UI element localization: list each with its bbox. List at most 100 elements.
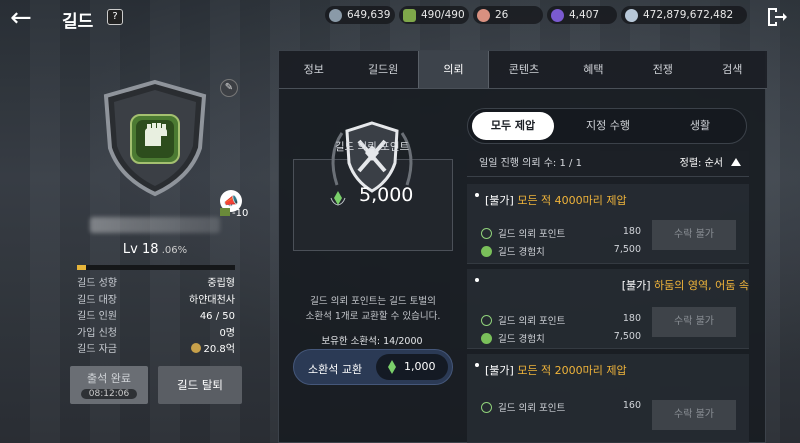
info-row: 길드 자금 20.8억 [77, 342, 235, 359]
points-value: 5,000 [359, 184, 414, 206]
attendance-label: 출석 완료 [87, 372, 131, 385]
quest-status: [불가] [621, 279, 651, 292]
quest-item: [불가] 모든 적 4000마리 제압 길드 의뢰 포인트 180 길드 경험치 7… [467, 184, 749, 264]
back-arrow-icon[interactable]: ← [10, 4, 42, 32]
info-key: 길드 성향 [77, 278, 117, 289]
stamina-icon [403, 9, 416, 22]
guild-point-icon [330, 191, 346, 206]
reward-value: 180 [622, 226, 641, 237]
info-value: 중립형 [207, 278, 235, 289]
reward-name: 길드 의뢰 포인트 [498, 229, 566, 240]
reward-name: 길드 의뢰 포인트 [498, 403, 566, 414]
reward-row: 길드 경험치 7,500 [481, 244, 641, 258]
accept-button[interactable]: 수락 불가 [652, 307, 736, 337]
reward-name: 길드 경험치 [498, 334, 545, 345]
info-row: 가입 신청 0명 [77, 326, 235, 343]
guild-info-list: 길드 성향 중립형 길드 대장 하얀대천사 길드 인원 46 / 50 가입 신청 0명… [77, 276, 235, 359]
info-key: 가입 신청 [77, 327, 117, 339]
quest-name: 모든 적 2000마리 제압 [513, 364, 627, 377]
info-value: 하얀대천사 [189, 294, 235, 306]
reward-row: 길드 의뢰 포인트 160 [481, 400, 641, 414]
info-key: 길드 인원 [77, 311, 117, 322]
resource-silver: 649,639 [325, 6, 395, 24]
exchange-cost: 1,000 [376, 354, 448, 380]
subtab-life[interactable]: 생활 [656, 109, 744, 143]
tab-members[interactable]: 길드원 [348, 51, 417, 88]
guild-info-panel: ✎ 📣 -10 Lv 18 .06% 길드 성향 중립형 길드 대장 하얀대천사 길… [60, 62, 250, 412]
exp-bar-fill [77, 265, 87, 270]
exp-bar [77, 265, 235, 270]
info-key: 길드 대장 [77, 294, 117, 306]
points-title: 길드 의뢰 포인트 [334, 141, 410, 153]
quest-item: [불가] 하둠의 영역, 어둠 속 길드 의뢰 포인트 180 길드 경험치 7,5… [467, 269, 749, 349]
tab-benefits[interactable]: 혜택 [559, 51, 628, 88]
subtab-suppress-all[interactable]: 모두 제압 [472, 112, 554, 140]
sort-label: 정렬: 순서 [679, 158, 723, 169]
resource-value: 490/490 [421, 9, 465, 21]
exit-icon[interactable] [766, 6, 788, 28]
exchange-button[interactable]: 소환석 교환 1,000 [293, 349, 453, 385]
rank-badge-value: -10 [232, 208, 249, 219]
reward-row: 길드 의뢰 포인트 180 [481, 313, 641, 327]
resource-stamina: 490/490 [399, 6, 469, 24]
quest-name: 모든 적 4000마리 제압 [513, 194, 627, 207]
resource-value: 4,407 [569, 9, 600, 21]
purple-gem-icon [551, 9, 564, 22]
info-row: 길드 인원 46 / 50 [77, 309, 235, 326]
info-key: 길드 자금 [77, 344, 117, 355]
quest-status: [불가] [485, 364, 514, 377]
gold-coin-icon [190, 343, 201, 353]
level-text: Lv 18 [122, 242, 159, 257]
tab-info[interactable]: 정보 [279, 51, 348, 88]
sort-arrow-icon [731, 158, 741, 166]
level-percent: .06% [158, 245, 188, 256]
quest-status: [불가] [485, 194, 514, 207]
rank-badge-icon [220, 208, 230, 216]
help-icon[interactable]: ? [107, 9, 123, 25]
subtab-assigned[interactable]: 지정 수행 [564, 109, 652, 143]
reward-value: 160 [622, 400, 641, 411]
points-desc-line1: 길드 의뢰 포인트는 길드 토벌의 [310, 296, 436, 307]
attendance-button[interactable]: 출석 완료 08:12:06 [70, 366, 148, 404]
reward-name: 길드 경험치 [498, 247, 545, 258]
guild-point-icon [481, 315, 492, 326]
quest-title: [불가] 모든 적 4000마리 제압 [485, 192, 627, 208]
exchange-cost-value: 1,000 [404, 360, 436, 373]
quest-title: [불가] 하둠의 영역, 어둠 속 [622, 277, 749, 293]
sort-control[interactable]: 정렬: 순서 [680, 151, 741, 177]
reward-row: 길드 의뢰 포인트 180 [481, 226, 641, 240]
points-description: 길드 의뢰 포인트는 길드 토벌의 소환석 1개로 교환할 수 있습니다. [293, 294, 453, 324]
guild-exp-icon [481, 333, 492, 344]
page-title: 길드 [62, 12, 94, 32]
quest-name: 하둠의 영역, 어둠 속 [650, 279, 749, 292]
attendance-timer: 08:12:06 [80, 389, 138, 399]
resource-value: 649,639 [347, 9, 391, 21]
rank-badge: -10 [220, 208, 248, 219]
tab-content[interactable]: 콘텐츠 [489, 51, 558, 88]
edit-emblem-icon[interactable]: ✎ [220, 79, 238, 97]
guild-point-icon [388, 360, 396, 374]
reward-value: 7,500 [613, 244, 641, 255]
accept-button[interactable]: 수락 불가 [652, 400, 736, 430]
tab-war[interactable]: 전쟁 [628, 51, 697, 88]
fist-emblem-icon [103, 79, 207, 197]
tab-bar: 정보 길드원 의뢰 콘텐츠 혜택 전쟁 검색 [279, 51, 767, 89]
leave-guild-button[interactable]: 길드 탈퇴 [158, 366, 242, 404]
reward-row: 길드 경험치 7,500 [481, 331, 641, 345]
bullet-icon [475, 278, 479, 282]
daily-quest-count: 일일 진행 의뢰 수: 1 / 1 [479, 158, 582, 169]
info-row: 길드 대장 하얀대천사 [77, 293, 235, 310]
reward-value: 180 [622, 313, 641, 324]
guild-point-icon [481, 228, 492, 239]
tab-search[interactable]: 검색 [698, 51, 767, 88]
resource-gold: 472,879,672,482 [621, 6, 747, 24]
bullet-icon [475, 363, 479, 367]
accept-button[interactable]: 수락 불가 [652, 220, 736, 250]
tab-requests[interactable]: 의뢰 [417, 51, 490, 88]
owned-summon-stones: 보유한 소환석: 14/2000 [321, 336, 423, 347]
top-bar: ← 길드 ? 649,639 490/490 26 4,407 472,879,… [0, 0, 800, 36]
info-value: 0명 [219, 327, 235, 339]
quest-item: [불가] 모든 적 2000마리 제압 길드 의뢰 포인트 160 수락 불가 [467, 354, 749, 443]
quest-title: [불가] 모든 적 2000마리 제압 [485, 362, 627, 378]
quest-list-header: 일일 진행 의뢰 수: 1 / 1 정렬: 순서 [467, 151, 749, 177]
